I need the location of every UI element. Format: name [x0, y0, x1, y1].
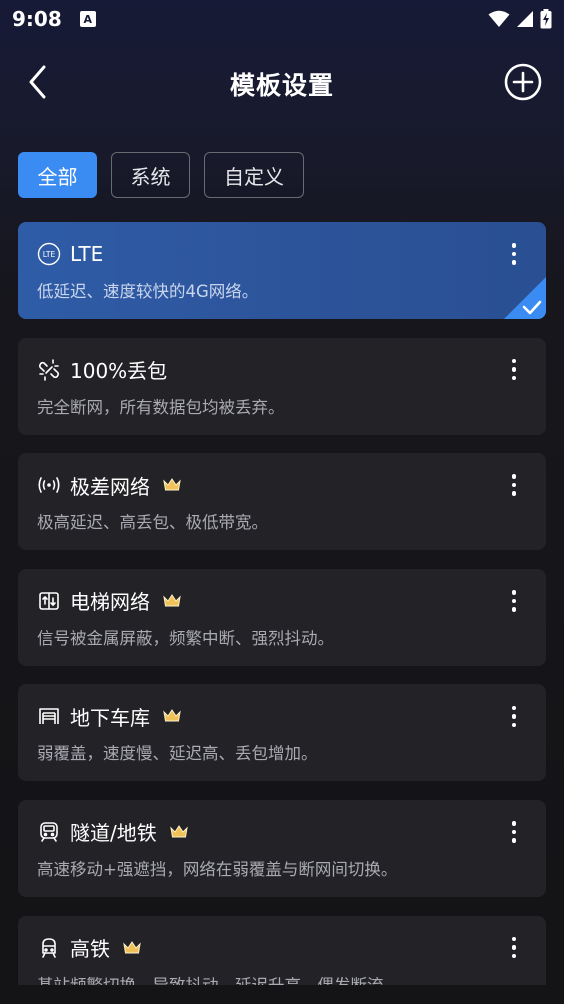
tab-system[interactable]: 系统	[111, 152, 190, 198]
status-bar: 9:08 A	[0, 0, 564, 38]
bottom-clip	[0, 985, 564, 1004]
card-title: 隧道/地铁	[70, 821, 157, 846]
lte-icon: LTE	[36, 241, 62, 267]
garage-icon	[36, 703, 62, 729]
crown-icon	[122, 940, 142, 956]
selected-check-icon	[504, 277, 546, 319]
card-header: 极差网络	[36, 470, 182, 500]
card-title: LTE	[70, 242, 104, 266]
card-description: 信号被金属屏蔽，频繁中断、强烈抖动。	[37, 628, 334, 648]
card-description: 高速移动+强遮挡，网络在弱覆盖与断网间切换。	[37, 859, 398, 879]
broken-link-icon	[36, 357, 62, 383]
signal-waves-icon	[36, 472, 62, 498]
template-card-packet-loss[interactable]: 100%丢包 完全断网，所有数据包均被丢弃。	[18, 337, 546, 435]
card-title: 电梯网络	[70, 590, 150, 615]
plus-circle-icon	[504, 63, 542, 101]
train-icon	[36, 935, 62, 961]
card-description: 极高延迟、高丢包、极低带宽。	[37, 513, 268, 533]
notification-icon: A	[79, 11, 96, 27]
more-options-button[interactable]	[504, 934, 524, 962]
card-description: 弱覆盖，速度慢、延迟高、丢包增加。	[37, 744, 318, 764]
more-options-button[interactable]	[504, 818, 524, 846]
tab-custom[interactable]: 自定义	[204, 152, 304, 198]
battery-icon	[540, 9, 552, 29]
card-header: 电梯网络	[36, 586, 182, 616]
page-title: 模板设置	[229, 71, 334, 100]
crown-icon	[169, 824, 189, 840]
card-title: 极差网络	[70, 474, 150, 499]
card-header: 地下车库	[36, 701, 182, 731]
more-options-button[interactable]	[504, 356, 524, 384]
template-card-elevator[interactable]: 电梯网络 信号被金属屏蔽，频繁中断、强烈抖动。	[18, 568, 546, 666]
elevator-icon	[36, 588, 62, 614]
wifi-icon	[488, 10, 510, 27]
filter-tabs: 全部 系统 自定义	[18, 152, 304, 198]
card-header: LTE LTE	[36, 239, 103, 269]
template-card-garage[interactable]: 地下车库 弱覆盖，速度慢、延迟高、丢包增加。	[18, 684, 546, 782]
template-card-lte[interactable]: LTE LTE 低延迟、速度较快的4G网络。	[18, 222, 546, 319]
card-title: 100%丢包	[70, 359, 168, 384]
card-header: 隧道/地铁	[36, 817, 189, 847]
template-card-subway[interactable]: 隧道/地铁 高速移动+强遮挡，网络在弱覆盖与断网间切换。	[18, 799, 546, 897]
svg-text:LTE: LTE	[43, 250, 56, 259]
template-card-bad-network[interactable]: 极差网络 极高延迟、高丢包、极低带宽。	[18, 453, 546, 551]
app-header: 模板设置	[0, 52, 564, 112]
card-header: 高铁	[36, 933, 142, 963]
card-title: 地下车库	[70, 705, 150, 730]
crown-icon	[162, 593, 182, 609]
status-icons	[488, 9, 552, 29]
template-list: LTE LTE 低延迟、速度较快的4G网络。 100%丢包 完全断网，所有数据包…	[18, 222, 546, 1004]
add-template-button[interactable]	[504, 63, 542, 101]
more-options-button[interactable]	[504, 471, 524, 499]
more-options-button[interactable]	[504, 702, 524, 730]
crown-icon	[162, 708, 182, 724]
cell-signal-icon	[517, 11, 533, 27]
card-header: 100%丢包	[36, 355, 167, 385]
card-title: 高铁	[70, 937, 110, 962]
status-time: 9:08	[12, 7, 62, 31]
tab-all[interactable]: 全部	[18, 152, 97, 198]
subway-icon	[36, 819, 62, 845]
crown-icon	[162, 477, 182, 493]
more-options-button[interactable]	[504, 240, 524, 268]
card-description: 完全断网，所有数据包均被丢弃。	[37, 397, 285, 417]
card-description: 低延迟、速度较快的4G网络。	[37, 282, 259, 301]
more-options-button[interactable]	[504, 587, 524, 615]
